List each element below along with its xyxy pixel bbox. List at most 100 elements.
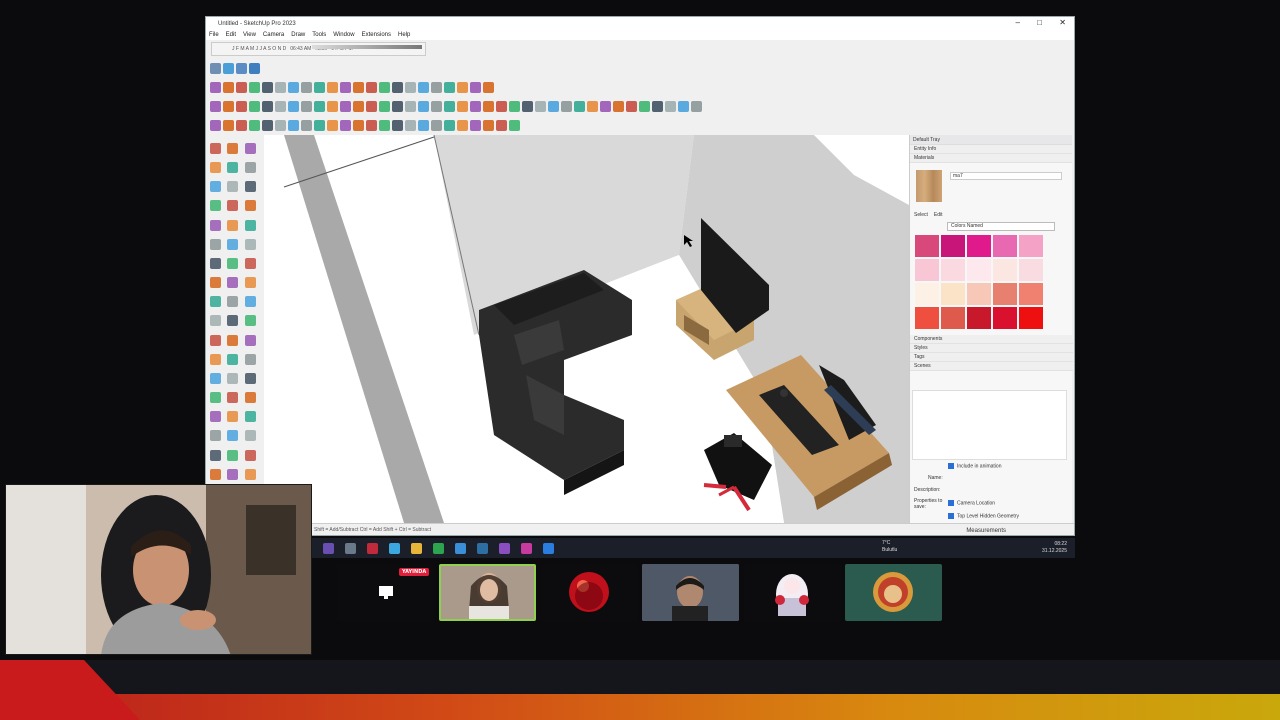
- tool-icon[interactable]: [227, 162, 239, 174]
- tool-icon[interactable]: [613, 100, 624, 112]
- tool-icon[interactable]: [227, 449, 239, 461]
- tab-edit[interactable]: Edit: [934, 212, 943, 218]
- tool-icon[interactable]: [210, 315, 221, 327]
- tool-icon[interactable]: [626, 100, 637, 112]
- tool-icon[interactable]: [236, 119, 247, 131]
- tool-icon[interactable]: [244, 238, 256, 250]
- tool-icon[interactable]: [366, 81, 377, 93]
- menu-extensions[interactable]: Extensions: [362, 32, 391, 38]
- tool-icon[interactable]: [244, 315, 256, 327]
- camera-location-row[interactable]: Camera Location: [948, 500, 995, 506]
- tool-icon[interactable]: [244, 200, 256, 212]
- tool-icon[interactable]: [457, 119, 468, 131]
- tool-icon[interactable]: [340, 100, 351, 112]
- maximize-button[interactable]: □: [1037, 18, 1042, 27]
- folder-icon[interactable]: [411, 542, 422, 554]
- color-swatch[interactable]: [967, 283, 991, 305]
- tool-icon[interactable]: [210, 392, 221, 404]
- tool-icon[interactable]: [210, 430, 221, 442]
- tool-icon[interactable]: [244, 430, 256, 442]
- entity-info-section[interactable]: Entity Info: [910, 145, 1072, 154]
- components-section[interactable]: Components: [910, 335, 1073, 344]
- camera-location-checkbox[interactable]: [948, 500, 954, 506]
- tool-icon[interactable]: [223, 81, 234, 93]
- tool-icon[interactable]: [353, 100, 364, 112]
- tool-icon[interactable]: [210, 200, 221, 212]
- color-swatch[interactable]: [993, 235, 1017, 257]
- orbit-icon[interactable]: [210, 62, 221, 74]
- color-swatch[interactable]: [993, 259, 1017, 281]
- tool-icon[interactable]: [639, 100, 650, 112]
- tool-icon[interactable]: [275, 119, 286, 131]
- tool-icon[interactable]: [227, 238, 239, 250]
- tool-icon[interactable]: [210, 81, 221, 93]
- scenes-list[interactable]: [912, 390, 1067, 460]
- color-swatch[interactable]: [915, 235, 939, 257]
- tool-icon[interactable]: [244, 181, 256, 193]
- tool-icon[interactable]: [223, 100, 234, 112]
- tool-icon[interactable]: [392, 100, 403, 112]
- tool-icon[interactable]: [249, 100, 260, 112]
- tool-icon[interactable]: [210, 353, 221, 365]
- tool-icon[interactable]: [314, 81, 325, 93]
- tool-icon[interactable]: [353, 119, 364, 131]
- tool-icon[interactable]: [470, 100, 481, 112]
- color-swatch[interactable]: [967, 259, 991, 281]
- hidden-geometry-checkbox[interactable]: [948, 513, 954, 519]
- close-button[interactable]: ✕: [1059, 18, 1066, 27]
- tool-icon[interactable]: [327, 81, 338, 93]
- zoom-extents-icon[interactable]: [249, 62, 260, 74]
- tool-icon[interactable]: [244, 353, 256, 365]
- tool-icon[interactable]: [227, 257, 239, 269]
- tool-icon[interactable]: [392, 119, 403, 131]
- tool-icon[interactable]: [535, 100, 546, 112]
- tool-icon[interactable]: [288, 100, 299, 112]
- tool-icon[interactable]: [444, 81, 455, 93]
- tool-icon[interactable]: [210, 334, 221, 346]
- menu-window[interactable]: Window: [333, 32, 354, 38]
- tool-icon[interactable]: [210, 372, 221, 384]
- styles-section[interactable]: Styles: [910, 344, 1073, 353]
- menu-camera[interactable]: Camera: [263, 32, 284, 38]
- tool-icon[interactable]: [418, 119, 429, 131]
- tool-icon[interactable]: [223, 119, 234, 131]
- sketchup-icon[interactable]: [543, 542, 554, 554]
- tool-icon[interactable]: [327, 100, 338, 112]
- tool-icon[interactable]: [227, 411, 239, 423]
- color-swatch[interactable]: [1019, 307, 1043, 329]
- tool-icon[interactable]: [457, 81, 468, 93]
- app-icon[interactable]: [499, 542, 510, 554]
- tool-icon[interactable]: [244, 449, 256, 461]
- tool-icon[interactable]: [227, 315, 239, 327]
- app-icon[interactable]: [433, 542, 444, 554]
- tool-icon[interactable]: [244, 392, 256, 404]
- tool-icon[interactable]: [405, 100, 416, 112]
- menu-edit[interactable]: Edit: [226, 32, 236, 38]
- tool-icon[interactable]: [227, 296, 239, 308]
- tool-icon[interactable]: [227, 430, 239, 442]
- color-swatch[interactable]: [1019, 259, 1043, 281]
- tool-icon[interactable]: [244, 372, 256, 384]
- tool-icon[interactable]: [470, 81, 481, 93]
- tool-icon[interactable]: [405, 119, 416, 131]
- color-swatch[interactable]: [915, 259, 939, 281]
- tool-icon[interactable]: [392, 81, 403, 93]
- tool-icon[interactable]: [210, 411, 221, 423]
- tool-icon[interactable]: [262, 119, 273, 131]
- tool-icon[interactable]: [418, 100, 429, 112]
- tool-icon[interactable]: [366, 119, 377, 131]
- app-icon[interactable]: [345, 542, 356, 554]
- menu-view[interactable]: View: [243, 32, 256, 38]
- app-icon[interactable]: [367, 542, 378, 554]
- tool-icon[interactable]: [244, 411, 256, 423]
- tool-icon[interactable]: [600, 100, 611, 112]
- tool-icon[interactable]: [210, 468, 221, 480]
- app-icon[interactable]: [477, 542, 488, 554]
- app-icon[interactable]: [521, 542, 532, 554]
- app-icon[interactable]: [455, 542, 466, 554]
- color-swatch[interactable]: [993, 307, 1017, 329]
- tool-icon[interactable]: [227, 200, 239, 212]
- tool-icon[interactable]: [227, 219, 239, 231]
- minimize-button[interactable]: –: [1016, 18, 1020, 27]
- tool-icon[interactable]: [587, 100, 598, 112]
